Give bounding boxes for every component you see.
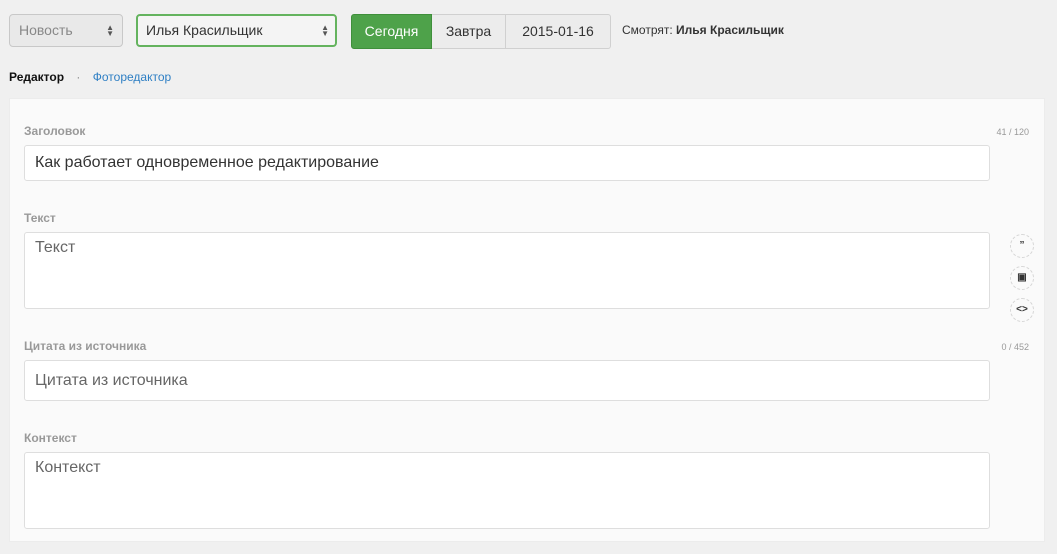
context-textarea[interactable]: Контекст: [24, 452, 990, 529]
watchers-label: Смотрят:: [622, 23, 673, 37]
ticket-icon[interactable]: ▣: [1010, 266, 1034, 290]
context-label: Контекст: [24, 431, 77, 445]
author-select-value: Илья Красильщик: [146, 22, 263, 38]
text-label: Текст: [24, 211, 56, 225]
quote-icon[interactable]: ”: [1010, 234, 1034, 258]
title-label: Заголовок: [24, 124, 86, 138]
today-button[interactable]: Сегодня: [351, 14, 432, 49]
quote-input[interactable]: Цитата из источника: [24, 360, 990, 401]
tab-photo-editor[interactable]: Фоторедактор: [93, 70, 171, 84]
tab-separator: ·: [76, 70, 81, 84]
type-select-value: Новость: [19, 22, 73, 38]
quote-counter: 0 / 452: [1001, 342, 1029, 352]
title-input[interactable]: Как работает одновременное редактировани…: [24, 145, 990, 181]
context-placeholder: Контекст: [35, 459, 101, 476]
day-selector: Сегодня Завтра 2015-01-16: [351, 14, 611, 49]
top-toolbar: Новость ▲ ▼ Илья Красильщик ▲ ▼ Сегодня За…: [9, 14, 1049, 49]
quote-placeholder: Цитата из источника: [35, 372, 188, 389]
type-select[interactable]: Новость ▲ ▼: [9, 14, 123, 47]
title-input-value: Как работает одновременное редактировани…: [35, 154, 379, 171]
date-button[interactable]: 2015-01-16: [506, 14, 611, 49]
editor-panel: Заголовок 41 / 120 Как работает одноврем…: [9, 98, 1045, 542]
select-arrows-icon: ▲ ▼: [106, 22, 114, 38]
title-counter: 41 / 120: [996, 127, 1029, 137]
tomorrow-button[interactable]: Завтра: [432, 14, 506, 49]
quote-label: Цитата из источника: [24, 339, 147, 353]
editor-tabs: Редактор · Фоторедактор: [9, 69, 171, 85]
select-arrows-icon: ▲ ▼: [321, 22, 329, 38]
text-textarea[interactable]: Текст: [24, 232, 990, 309]
tab-editor[interactable]: Редактор: [9, 70, 64, 84]
author-select[interactable]: Илья Красильщик ▲ ▼: [136, 14, 337, 47]
watchers-name: Илья Красильщик: [676, 23, 784, 37]
text-placeholder: Текст: [35, 239, 76, 256]
text-side-tools: ” ▣ <>: [1010, 234, 1034, 330]
code-icon[interactable]: <>: [1010, 298, 1034, 322]
watchers-indicator: Смотрят: Илья Красильщик: [622, 14, 784, 47]
